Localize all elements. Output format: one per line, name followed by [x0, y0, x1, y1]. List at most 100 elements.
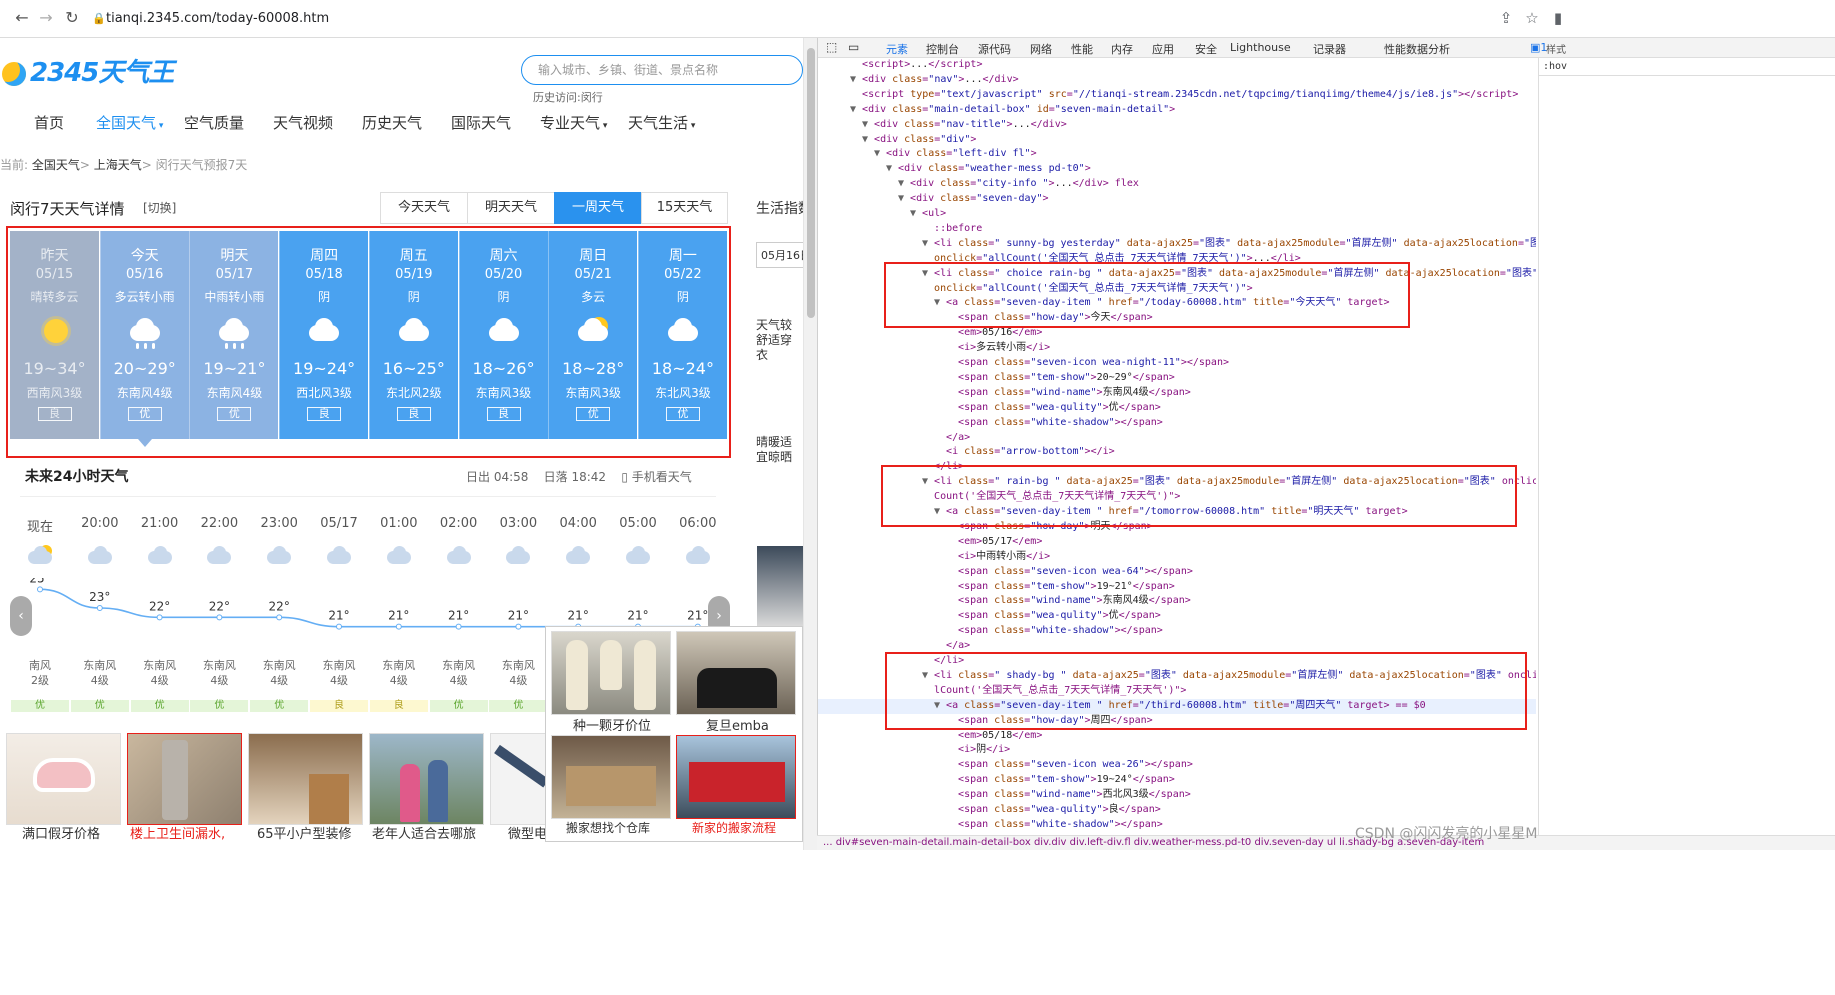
dom-line[interactable]: <em>05/17</em>	[818, 535, 1536, 550]
ad-caption[interactable]: 65平小户型装修	[257, 823, 352, 842]
styles-filter[interactable]: :hov	[1539, 58, 1835, 76]
mobile-weather-link[interactable]: 手机看天气	[632, 470, 692, 484]
devtools-tab[interactable]: 安全	[1195, 41, 1217, 57]
dom-line[interactable]: <span class="seven-icon wea-night-11"></…	[818, 356, 1536, 371]
ad-caption[interactable]: 满口假牙价格	[22, 823, 100, 842]
scroll-left-arrow-icon[interactable]: ‹	[10, 596, 32, 636]
tab-today[interactable]: 今天天气	[380, 192, 468, 224]
devtools-tab[interactable]: 应用	[1152, 41, 1174, 57]
dom-line[interactable]: ::before	[818, 222, 1536, 237]
ad-caption[interactable]: 新家的搬家流程	[692, 819, 776, 836]
dom-line[interactable]: <span class="tem-show">19~24°</span>	[818, 773, 1536, 788]
devtools-tab[interactable]: 性能	[1071, 41, 1093, 57]
site-logo[interactable]: 2345天气王	[2, 52, 174, 88]
ad-caption[interactable]: 种一颗牙价位	[573, 715, 651, 734]
dom-line[interactable]: ▼ <div class="weather-mess pd-t0">	[818, 162, 1536, 177]
device-toggle-icon[interactable]: ▭	[848, 40, 859, 54]
nav-item[interactable]: 历史天气	[362, 112, 422, 133]
dom-line[interactable]: <em>05/16</em>	[818, 326, 1536, 341]
devtools-tab[interactable]: 源代码	[978, 41, 1011, 57]
dom-line[interactable]: </a>	[818, 431, 1536, 446]
page-scrollbar[interactable]	[803, 38, 817, 850]
dom-line[interactable]: <span class="wea-qulity">良</span>	[818, 803, 1536, 818]
city-search-input[interactable]: 输入城市、乡镇、街道、景点名称	[521, 55, 803, 85]
nav-item[interactable]: 国际天气	[451, 112, 511, 133]
dom-line[interactable]: ▼ <div class="left-div fl">	[818, 147, 1536, 162]
dom-line[interactable]: ▼ <div class="city-info ">...</div> flex	[818, 177, 1536, 192]
bookmark-star-icon[interactable]: ☆	[1522, 8, 1542, 28]
devtools-tab[interactable]: 记录器	[1313, 41, 1346, 57]
dom-line[interactable]: ▼ <div class="seven-day">	[818, 192, 1536, 207]
profile-icon[interactable]: ▮	[1548, 8, 1568, 28]
devtools-tab[interactable]: 性能数据分析	[1384, 41, 1450, 57]
dom-line[interactable]: <i class="arrow-bottom"></i>	[818, 445, 1536, 460]
ad-caption[interactable]: 老年人适合去哪旅	[372, 823, 476, 842]
dom-line[interactable]: ▼ <div class="div">	[818, 133, 1536, 148]
dom-line[interactable]: <i>阴</i>	[818, 743, 1536, 758]
dom-line[interactable]: ▼ <ul>	[818, 207, 1536, 222]
nav-item[interactable]: 天气视频	[273, 112, 333, 133]
issues-badge[interactable]: ▣1	[1530, 41, 1547, 54]
dom-line[interactable]: <span class="white-shadow"></span>	[818, 416, 1536, 431]
nav-item[interactable]: 首页	[34, 112, 64, 133]
nav-item[interactable]: 专业天气 ▾	[540, 112, 607, 133]
dom-line[interactable]: <span class="white-shadow"></span>	[818, 624, 1536, 639]
dom-line[interactable]: <span class="tem-show">20~29°</span>	[818, 371, 1536, 386]
nav-item[interactable]: 全国天气 ▾	[96, 112, 163, 133]
tab-week[interactable]: 一周天气	[554, 192, 642, 224]
ad-caption[interactable]: 楼上卫生间漏水,	[130, 823, 225, 842]
forward-icon[interactable]: →	[36, 8, 56, 28]
switch-city-link[interactable]: [切换]	[143, 199, 176, 216]
nav-item[interactable]: 天气生活 ▾	[628, 112, 695, 133]
devtools-tab[interactable]: Lighthouse	[1230, 41, 1291, 54]
styles-tab[interactable]: 样式	[1546, 41, 1566, 56]
life-index-date[interactable]: 05月16日	[756, 242, 803, 268]
ad-image-apartment[interactable]	[248, 733, 363, 825]
dom-line[interactable]: <span class="wind-name">东南风4级</span>	[818, 386, 1536, 401]
dom-line[interactable]: <span class="seven-icon wea-64"></span>	[818, 565, 1536, 580]
dom-line[interactable]: <i>多云转小雨</i>	[818, 341, 1536, 356]
popup-ad[interactable]: 种一颗牙价位 复旦emba 搬家想找个仓库 新家的搬家流程	[545, 626, 803, 842]
history-visits[interactable]: 历史访问:闵行	[533, 89, 603, 105]
dom-line[interactable]: <i>中雨转小雨</i>	[818, 550, 1536, 565]
dom-line[interactable]: <span class="seven-icon wea-26"></span>	[818, 758, 1536, 773]
dom-line[interactable]: ▼ <div class="nav-title">...</div>	[818, 118, 1536, 133]
share-icon[interactable]: ⇪	[1496, 8, 1516, 28]
side-ad-image[interactable]	[757, 546, 803, 626]
tab-15-days[interactable]: 15天天气	[641, 192, 728, 224]
ad-caption[interactable]: 复旦emba	[706, 715, 769, 734]
inspect-icon[interactable]: ⬚	[826, 40, 837, 54]
devtools-tab[interactable]: 内存	[1111, 41, 1133, 57]
dom-line[interactable]: <script type="text/javascript" src="//ti…	[818, 88, 1536, 103]
breadcrumb-shanghai[interactable]: 上海天气	[94, 158, 142, 172]
scrollbar-thumb[interactable]	[807, 48, 815, 318]
ad-image-dentures[interactable]	[6, 733, 121, 825]
ad-caption[interactable]: 微型电	[508, 823, 547, 842]
back-icon[interactable]: ←	[12, 8, 32, 28]
nav-item[interactable]: 空气质量	[184, 112, 244, 133]
devtools-tab[interactable]: 元素	[886, 41, 908, 57]
breadcrumb-national[interactable]: 全国天气	[32, 158, 80, 172]
dom-line[interactable]: <script>...</script>	[818, 58, 1536, 73]
dom-line[interactable]: ▼ <div class="nav">...</div>	[818, 73, 1536, 88]
ad-image-truck[interactable]	[676, 735, 796, 819]
devtools-tab[interactable]: 网络	[1030, 41, 1052, 57]
dom-line[interactable]: <span class="wea-qulity">优</span>	[818, 609, 1536, 624]
ad-image-warehouse[interactable]	[551, 735, 671, 819]
devtools-tab[interactable]: 控制台	[926, 41, 959, 57]
ad-caption[interactable]: 搬家想找个仓库	[566, 819, 650, 836]
ad-image-travel[interactable]	[369, 733, 484, 825]
ad-image-leak[interactable]	[127, 733, 242, 825]
ad-image-graduates[interactable]	[676, 631, 796, 715]
dom-line[interactable]: <span class="wea-qulity">优</span>	[818, 401, 1536, 416]
dom-line[interactable]: ▼ <div class="main-detail-box" id="seven…	[818, 103, 1536, 118]
dom-line[interactable]: ▼ <li class=" sunny-bg yesterday" data-a…	[818, 237, 1536, 252]
dom-line[interactable]: <span class="wind-name">东南风4级</span>	[818, 594, 1536, 609]
ad-image-device[interactable]	[490, 733, 550, 825]
devtools-breadcrumb[interactable]: ... div#seven-main-detail.main-detail-bo…	[817, 835, 1835, 850]
tab-tomorrow[interactable]: 明天天气	[467, 192, 555, 224]
dom-line[interactable]: <em>05/18</em>	[818, 729, 1536, 744]
dom-line[interactable]: <span class="tem-show">19~21°</span>	[818, 580, 1536, 595]
dom-line[interactable]: <span class="wind-name">西北风3级</span>	[818, 788, 1536, 803]
reload-icon[interactable]: ↻	[62, 8, 82, 28]
